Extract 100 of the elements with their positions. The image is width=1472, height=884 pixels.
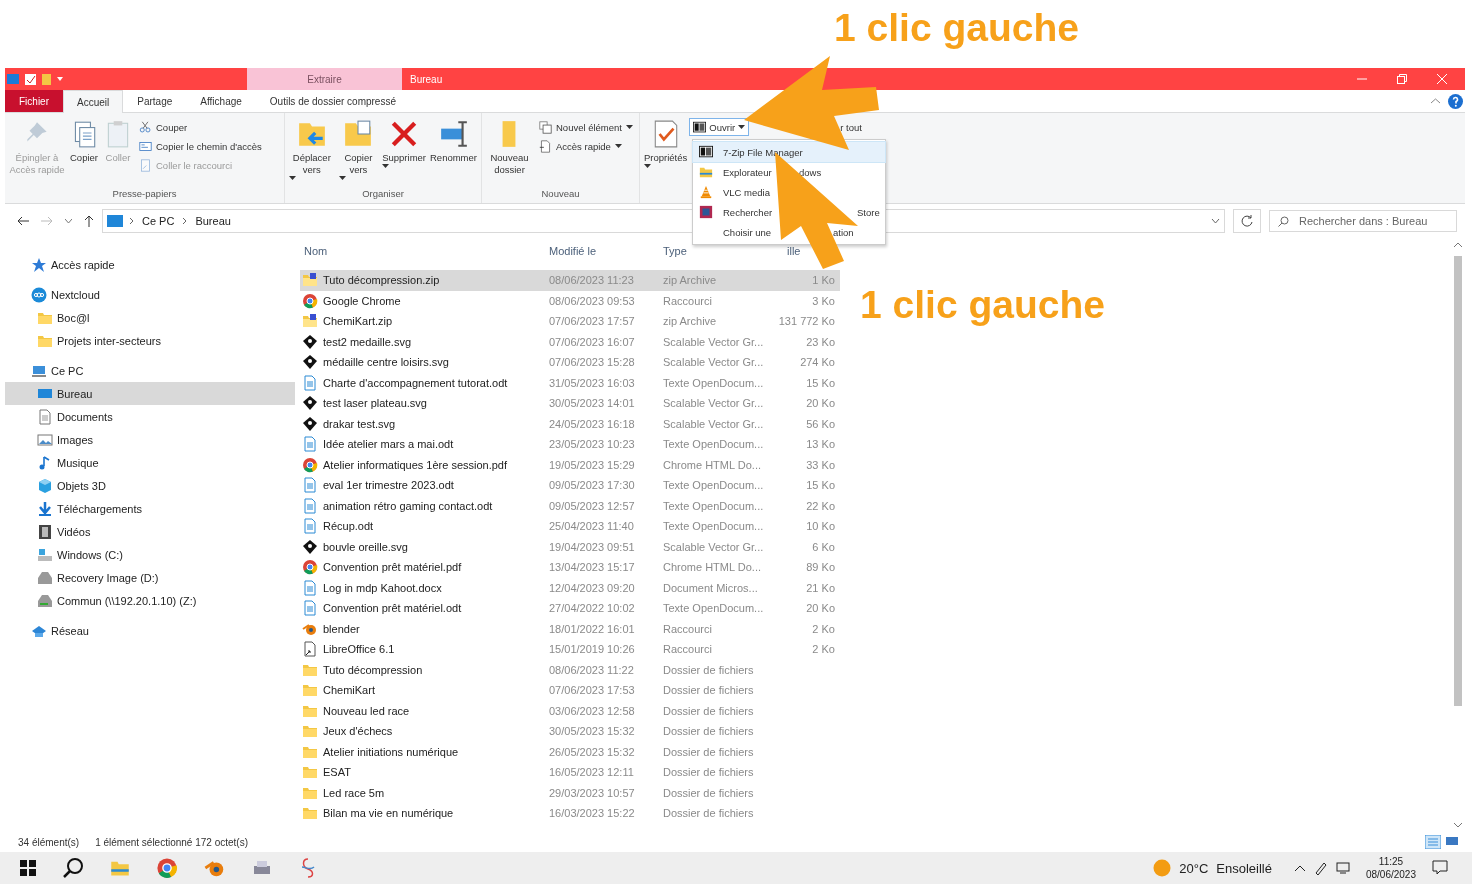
clock-time[interactable]: 11:25 [1378, 855, 1404, 868]
file-row[interactable]: Jeux d'échecs 30/05/2023 15:32 Dossier de fichiers [300, 721, 840, 742]
large-icons-view-icon[interactable] [1445, 835, 1459, 847]
file-row[interactable]: Récup.odt 25/04/2023 11:40 Texte OpenDocum... 10 Ko [300, 516, 840, 537]
ribbon-button[interactable]: Copier vers [336, 116, 381, 184]
ribbon-button[interactable]: Nouvel élément [535, 118, 637, 136]
restore-icon[interactable] [1397, 74, 1407, 84]
search-box[interactable]: Rechercher dans : Bureau [1269, 210, 1457, 232]
ribbon-button[interactable]: Déplacer vers [287, 116, 337, 184]
column-header[interactable]: ille [783, 245, 801, 257]
ribbon-button[interactable]: Supprimer [380, 116, 428, 178]
help-icon[interactable] [1448, 93, 1463, 109]
ribbon-button[interactable]: Renommer [428, 116, 479, 178]
file-row[interactable]: Led race 5m 29/03/2023 10:57 Dossier de fichiers [300, 782, 840, 803]
file-row[interactable]: Google Chrome 08/06/2023 09:53 Raccourci 3 Ko [300, 290, 840, 311]
nav-item[interactable]: Windows (C:) [5, 543, 295, 566]
file-row[interactable]: ChemiKart.zip 07/06/2023 17:57 zip Archive 131 772 Ko [300, 311, 840, 332]
file-row[interactable]: Atelier initiations numérique 26/05/2023 15:32 Dossier de fichiers [300, 741, 840, 762]
column-header[interactable]: Type [659, 245, 687, 257]
file-row[interactable]: médaille centre loisirs.svg 07/06/2023 15:28 Scalable Vector Gr... 274 Ko [300, 352, 840, 373]
breadcrumb-item[interactable]: Bureau [193, 215, 233, 227]
nav-item[interactable]: Téléchargements [5, 497, 295, 520]
nav-item[interactable]: Nextcloud [5, 283, 295, 306]
file-row[interactable]: Nouveau led race 03/06/2023 12:58 Dossier de fichiers [300, 700, 840, 721]
ribbon-button[interactable]: r tout [837, 118, 865, 136]
start-windows-icon[interactable] [20, 860, 36, 876]
notification-icon[interactable] [1432, 860, 1448, 876]
open-split-button[interactable]: Ouvrir [689, 118, 750, 136]
menu-item[interactable]: 7-Zip File Manager [693, 142, 885, 162]
chevron-up-icon[interactable] [1293, 864, 1306, 872]
ribbon-tab[interactable]: Affichage [186, 90, 256, 112]
file-row[interactable]: Tuto décompression 08/06/2023 11:22 Dossier de fichiers [300, 659, 840, 680]
file-row[interactable]: animation rétro gaming contact.odt 09/05/2023 12:57 Texte OpenDocum... 22 Ko [300, 495, 840, 516]
file-row[interactable]: blender 18/01/2022 16:01 Raccourci 2 Ko [300, 618, 840, 639]
nav-item[interactable]: Musique [5, 451, 295, 474]
caret-icon[interactable] [57, 77, 63, 81]
file-row[interactable]: ESAT 16/05/2023 12:11 Dossier de fichiers [300, 762, 840, 783]
ribbon-tab[interactable]: Outils de dossier compressé [255, 90, 410, 112]
file-row[interactable]: Idée atelier mars a mai.odt 23/05/2023 10:23 Texte OpenDocum... 13 Ko [300, 434, 840, 455]
nav-item[interactable]: Images [5, 428, 295, 451]
ribbon-button[interactable]: Nouveau dossier [484, 116, 535, 179]
file-row[interactable]: bouvle oreille.svg 19/04/2023 09:51 Scalable Vector Gr... 6 Ko [300, 536, 840, 557]
nav-item[interactable]: Ce PC [5, 359, 295, 382]
up-arrow-icon[interactable] [84, 215, 94, 227]
ribbon-button[interactable]: Couper [135, 118, 266, 136]
file-row[interactable]: eval 1er trimestre 2023.odt 09/05/2023 17:30 Texte OpenDocum... 15 Ko [300, 475, 840, 496]
file-row[interactable]: LibreOffice 6.1 15/01/2019 10:26 Raccourci 2 Ko [300, 639, 840, 660]
file-row[interactable]: test laser plateau.svg 30/05/2023 14:01 Scalable Vector Gr... 20 Ko [300, 393, 840, 414]
refresh-button[interactable] [1233, 209, 1261, 233]
file-row[interactable]: Bilan ma vie en numérique 16/03/2023 15:22 Dossier de fichiers [300, 803, 840, 824]
collapse-ribbon-icon[interactable] [1431, 98, 1440, 104]
file-row[interactable]: Convention prêt matériel.odt 27/04/2022 10:02 Texte OpenDocum... 20 Ko [300, 598, 840, 619]
menu-item[interactable]: Rechercher Store [693, 202, 885, 222]
weather-temperature[interactable]: 20°C [1179, 860, 1209, 876]
nav-item[interactable]: Commun (\\192.20.1.10) (Z:) [5, 589, 295, 612]
file-row[interactable]: drakar test.svg 24/05/2023 16:18 Scalable Vector Gr... 56 Ko [300, 413, 840, 434]
nav-item[interactable]: Bureau [5, 382, 295, 405]
file-row[interactable]: test2 medaille.svg 07/06/2023 16:07 Scalable Vector Gr... 23 Ko [300, 331, 840, 352]
nav-item[interactable]: Boc@l [5, 306, 295, 329]
column-header[interactable]: Modifié le [545, 245, 597, 257]
file-row[interactable]: Log in mdp Kahoot.docx 12/04/2023 09:20 Document Micros... 21 Ko [300, 577, 840, 598]
nav-item[interactable]: Projets inter-secteurs [5, 329, 295, 352]
browser-icon[interactable] [156, 857, 178, 879]
ribbon-tab[interactable]: Accueil [63, 90, 124, 113]
file-row[interactable]: Convention prêt matériel.pdf 13/04/2023 15:17 Chrome HTML Do... 89 Ko [300, 557, 840, 578]
folder-icon[interactable] [42, 73, 51, 85]
nav-item[interactable]: Vidéos [5, 520, 295, 543]
column-header[interactable]: Nom [300, 245, 328, 257]
weather-condition[interactable]: Ensoleillé [1216, 860, 1272, 876]
close-icon[interactable] [1437, 74, 1447, 84]
nav-item[interactable]: Réseau [5, 619, 295, 642]
printer-icon[interactable] [252, 859, 272, 877]
pen-icon[interactable] [1313, 861, 1328, 875]
ribbon-button[interactable]: Copier [67, 116, 101, 178]
ribbon-tab[interactable]: Fichier [5, 90, 63, 112]
sun-icon[interactable] [1153, 859, 1172, 877]
file-row[interactable]: ChemiKart 07/06/2023 17:53 Dossier de fichiers [300, 680, 840, 701]
menu-item[interactable]: VLC media [693, 182, 885, 202]
save-check-icon[interactable] [25, 73, 36, 85]
nav-item[interactable]: Objets 3D [5, 474, 295, 497]
nav-item[interactable]: Accès rapide [5, 253, 295, 276]
menu-item[interactable]: Choisir une ation [693, 222, 885, 242]
search-field[interactable]: Rechercher dans : Bureau [1297, 212, 1451, 230]
ribbon-button[interactable]: Copier le chemin d'accès [135, 137, 266, 155]
forward-arrow-icon[interactable] [41, 216, 53, 226]
file-row[interactable]: Tuto décompression.zip 08/06/2023 11:23 zip Archive 1 Ko [300, 270, 840, 291]
ribbon-button[interactable]: Propriétés [642, 116, 690, 178]
breadcrumb-item[interactable]: Ce PC [140, 215, 177, 227]
ribbon-button[interactable]: Accès rapide [535, 137, 637, 155]
menu-item[interactable]: Explorateur dows [693, 162, 885, 182]
dropdown-chevron-icon[interactable] [65, 218, 72, 224]
file-row[interactable]: Charte d'accompagnement tutorat.odt 31/05/2023 16:03 Texte OpenDocum... 15 Ko [300, 372, 840, 393]
nav-item[interactable]: Documents [5, 405, 295, 428]
nav-item[interactable]: Recovery Image (D:) [5, 566, 295, 589]
dropdown-chevron-icon[interactable] [1211, 218, 1220, 224]
back-arrow-icon[interactable] [17, 216, 29, 226]
file-row[interactable]: Atelier informatiques 1ère session.pdf 19/05/2023 15:29 Chrome HTML Do... 33 Ko [300, 454, 840, 475]
clock-date[interactable]: 08/06/2023 [1365, 868, 1416, 881]
search-icon[interactable] [62, 857, 84, 879]
ribbon-tab[interactable]: Partage [123, 90, 187, 112]
